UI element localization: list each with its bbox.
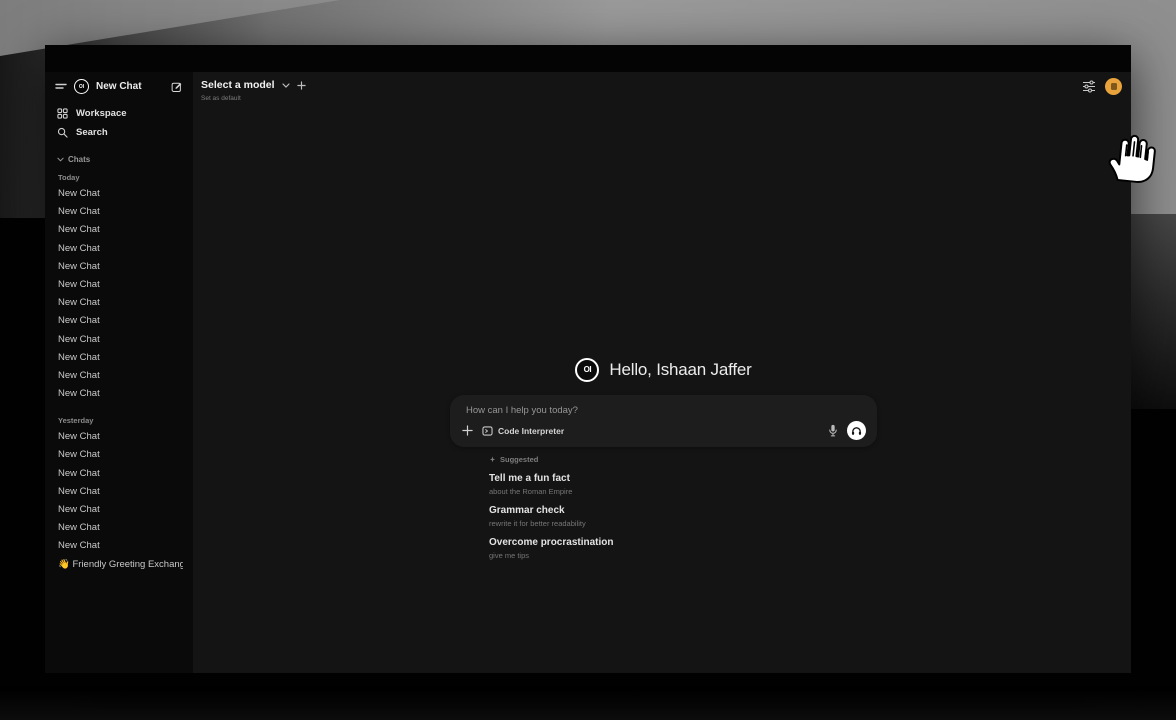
workspace-grid-icon [57,108,68,119]
chat-list-item[interactable]: New Chat [55,258,183,276]
chat-list-item[interactable]: New Chat [55,240,183,258]
suggested-prompt[interactable]: Grammar check rewrite it for better read… [489,505,877,528]
model-selector-block: Select a model Set as default [201,79,306,102]
desktop-background-bottom [0,686,1176,720]
settings-sliders-icon[interactable] [1082,80,1096,93]
chats-section-toggle[interactable]: Chats [55,155,183,164]
attach-plus-icon[interactable] [462,425,473,436]
suggested-prompts: Tell me a fun fact about the Roman Empir… [489,473,877,560]
suggested-prompt[interactable]: Tell me a fun fact about the Roman Empir… [489,473,877,496]
screen: OI New Chat Workspace [0,0,1176,720]
sidebar-item-label: Search [76,127,108,138]
chat-list-today: New ChatNew ChatNew ChatNew ChatNew Chat… [55,185,183,403]
sidebar-header: OI New Chat [55,78,183,95]
prompt-title: Grammar check [489,505,877,516]
chat-list-item[interactable]: New Chat [55,312,183,330]
sidebar-title: New Chat [96,81,142,92]
set-as-default-link[interactable]: Set as default [201,95,306,102]
microphone-icon[interactable] [828,424,838,437]
chat-list-item[interactable]: New Chat [55,537,183,555]
prompt-subtitle: about the Roman Empire [489,487,877,496]
suggested-label: Suggested [500,455,538,464]
chat-list-item[interactable]: New Chat [55,203,183,221]
suggested-prompt[interactable]: Overcome procrastination give me tips [489,537,877,560]
chevron-down-icon[interactable] [282,83,290,88]
chat-list-item[interactable]: New Chat [55,331,183,349]
app-logo-icon: OI [575,358,599,382]
chat-list-item[interactable]: New Chat [55,367,183,385]
main-panel: Select a model Set as default [193,72,1131,673]
chat-list-item[interactable]: New Chat [55,185,183,203]
desktop-background-right [1130,214,1176,409]
message-composer[interactable]: How can I help you today? Code Interpret… [450,395,877,447]
app-logo-icon: OI [74,79,89,94]
headphones-icon [851,426,862,436]
prompt-subtitle: give me tips [489,551,877,560]
window-top-strip [45,45,1131,72]
chat-list-item[interactable]: New Chat [55,465,183,483]
composer-placeholder: How can I help you today? [466,405,578,416]
prompt-title: Overcome procrastination [489,537,877,548]
code-interpreter-label: Code Interpreter [498,426,564,436]
app-window: OI New Chat Workspace [45,45,1131,673]
code-interpreter-toggle[interactable]: Code Interpreter [482,426,564,436]
chat-list-item[interactable]: New Chat [55,349,183,367]
chat-list-item[interactable]: 👋 Friendly Greeting Exchange [55,556,183,574]
sidebar-item-label: Workspace [76,108,127,119]
sidebar-toggle-icon[interactable] [55,82,67,92]
search-icon [57,127,68,138]
chat-list-item[interactable]: New Chat [55,221,183,239]
prompt-title: Tell me a fun fact [489,473,877,484]
model-selector[interactable]: Select a model [201,79,275,91]
chat-list-item[interactable]: New Chat [55,428,183,446]
chat-list-yesterday: New ChatNew ChatNew ChatNew ChatNew Chat… [55,428,183,574]
chevron-down-icon [57,157,64,162]
add-model-icon[interactable] [297,81,306,90]
chat-list-item[interactable]: New Chat [55,501,183,519]
chat-list-item[interactable]: New Chat [55,483,183,501]
chat-list-item[interactable]: New Chat [55,294,183,312]
sidebar-item-search[interactable]: Search [55,123,183,142]
chat-group-label-yesterday: Yesterday [58,416,183,425]
voice-call-button[interactable] [847,421,866,440]
sidebar-item-workspace[interactable]: Workspace [55,104,183,123]
prompt-subtitle: rewrite it for better readability [489,519,877,528]
user-avatar[interactable] [1105,78,1122,95]
avatar-glyph [1111,83,1117,90]
chat-list-item[interactable]: New Chat [55,519,183,537]
chat-list-item[interactable]: New Chat [55,276,183,294]
chat-list-item[interactable]: New Chat [55,385,183,403]
new-chat-pencil-icon[interactable] [171,81,183,93]
code-interpreter-icon [482,426,493,436]
chat-group-label-today: Today [58,173,183,182]
chats-section-label: Chats [68,155,90,164]
chat-list-item[interactable]: New Chat [55,446,183,464]
greeting-text: Hello, Ishaan Jaffer [609,360,751,380]
suggested-section: Suggested Tell me a fun fact about the R… [450,455,877,560]
greeting-row: OI Hello, Ishaan Jaffer [450,357,877,382]
sparkle-icon [489,456,496,464]
sidebar: OI New Chat Workspace [45,72,193,673]
